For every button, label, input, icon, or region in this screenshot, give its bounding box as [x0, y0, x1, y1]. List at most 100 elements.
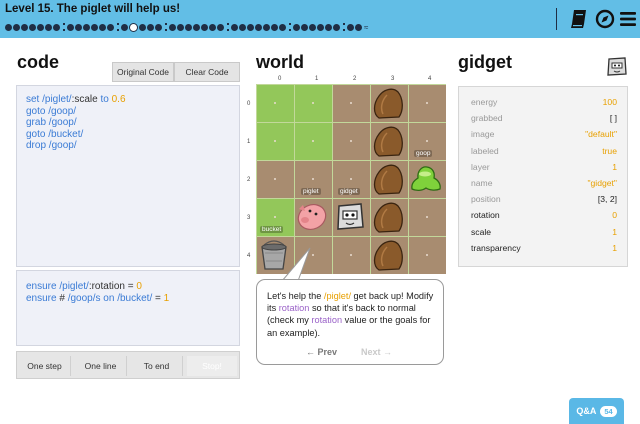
progress-separator [117, 23, 119, 31]
qa-label: Q&A [576, 406, 597, 416]
world-cell[interactable] [333, 85, 370, 122]
level-dot[interactable] [21, 23, 28, 31]
level-dot[interactable] [325, 23, 332, 31]
cell-dot [274, 178, 276, 180]
level-dot[interactable] [247, 23, 254, 31]
cell-dot [312, 178, 314, 180]
rock-icon [373, 126, 403, 157]
clear-code-button[interactable]: Clear Code [174, 62, 240, 82]
property-row: name "gidget" [471, 177, 617, 188]
level-dot[interactable] [309, 23, 316, 31]
top-bar: Level 15. The piglet will help us! ≈ [0, 0, 640, 38]
to-end-button[interactable]: To end [131, 356, 183, 376]
level-dot[interactable] [67, 23, 74, 31]
level-dot[interactable] [91, 23, 98, 31]
level-dot[interactable] [217, 23, 224, 31]
world-cell[interactable] [333, 123, 370, 160]
qa-button[interactable]: Q&A 54 [569, 398, 624, 424]
level-dot[interactable] [301, 23, 308, 31]
code-editor[interactable]: set /piglet/:scale to 0.6 goto /goop/ gr… [16, 85, 240, 267]
next-button[interactable]: Next → [361, 346, 392, 358]
goals-editor[interactable]: ensure /piglet/:rotation = 0 ensure # /g… [16, 270, 240, 346]
speech-bubble: Let's help the /piglet/ get back up! Mod… [256, 279, 444, 365]
world-heading: world [256, 52, 304, 72]
level-dot[interactable] [333, 23, 340, 31]
cell-dot [350, 254, 352, 256]
stop-button[interactable]: Stop! [187, 356, 237, 376]
level-dot[interactable] [53, 23, 60, 31]
level-dot[interactable] [5, 23, 12, 31]
qa-count-badge: 54 [600, 405, 617, 417]
level-dot[interactable] [147, 23, 154, 31]
world-cell[interactable] [409, 237, 446, 274]
level-dot[interactable] [185, 23, 192, 31]
level-dot[interactable] [169, 23, 176, 31]
code-line: goto /goop/ [26, 105, 77, 117]
level-dot[interactable] [347, 23, 354, 31]
world-cell[interactable] [409, 85, 446, 122]
level-dot[interactable] [45, 23, 52, 31]
property-row: rotation 0 [471, 210, 617, 221]
progress-separator [227, 23, 229, 31]
level-dot[interactable] [231, 23, 238, 31]
level-dot[interactable] [279, 23, 286, 31]
cell-dot [274, 140, 276, 142]
level-dot[interactable] [255, 23, 262, 31]
cell-dot [274, 216, 276, 218]
piglet-label: piglet [301, 188, 321, 195]
wave-icon: ≈ [364, 22, 369, 32]
property-row: scale 1 [471, 226, 617, 237]
rock-icon [373, 240, 403, 271]
property-row: transparency 1 [471, 242, 617, 253]
level-dot[interactable] [139, 23, 146, 31]
level-dot[interactable] [263, 23, 270, 31]
rock-icon [373, 88, 403, 119]
level-dot[interactable] [293, 23, 300, 31]
level-dot[interactable] [155, 23, 162, 31]
level-dot[interactable] [29, 23, 36, 31]
one-step-button[interactable]: One step [19, 356, 71, 376]
prev-button[interactable]: ← Prev [306, 346, 337, 358]
level-dot[interactable] [201, 23, 208, 31]
property-row: image "default" [471, 129, 617, 140]
world-cell[interactable] [409, 199, 446, 236]
level-dot[interactable] [355, 23, 362, 31]
level-dot[interactable] [99, 23, 106, 31]
level-dot[interactable] [13, 23, 20, 31]
cell-dot [274, 102, 276, 104]
world-cell[interactable] [295, 85, 332, 122]
world-cell[interactable] [257, 161, 294, 198]
cell-dot [426, 216, 428, 218]
property-row: layer 1 [471, 161, 617, 172]
level-dot[interactable] [317, 23, 324, 31]
level-dot[interactable] [271, 23, 278, 31]
menu-icon[interactable] [619, 9, 637, 29]
world-cell[interactable] [333, 237, 370, 274]
compass-icon[interactable] [595, 9, 615, 29]
level-dot[interactable] [209, 23, 216, 31]
level-dot[interactable] [129, 22, 138, 32]
level-dot[interactable] [193, 23, 200, 31]
world-cell[interactable] [295, 123, 332, 160]
level-dot[interactable] [37, 23, 44, 31]
level-dot[interactable] [121, 23, 128, 31]
rock-icon [373, 164, 403, 195]
book-icon[interactable] [570, 9, 588, 29]
level-dot[interactable] [75, 23, 82, 31]
cell-dot [312, 102, 314, 104]
level-progress[interactable]: ≈ [5, 21, 368, 33]
world-cell[interactable] [257, 123, 294, 160]
progress-separator [165, 23, 167, 31]
level-dot[interactable] [107, 23, 114, 31]
world-cell[interactable] [257, 85, 294, 122]
property-row: grabbed[ ] [471, 113, 617, 124]
property-row: labeled true [471, 145, 617, 156]
level-dot[interactable] [239, 23, 246, 31]
code-line: goto /bucket/ [26, 128, 84, 140]
goop-icon [411, 166, 441, 192]
original-code-button[interactable]: Original Code [112, 62, 174, 82]
one-line-button[interactable]: One line [75, 356, 127, 376]
code-line: grab /goop/ [26, 117, 77, 128]
level-dot[interactable] [83, 23, 90, 31]
level-dot[interactable] [177, 23, 184, 31]
